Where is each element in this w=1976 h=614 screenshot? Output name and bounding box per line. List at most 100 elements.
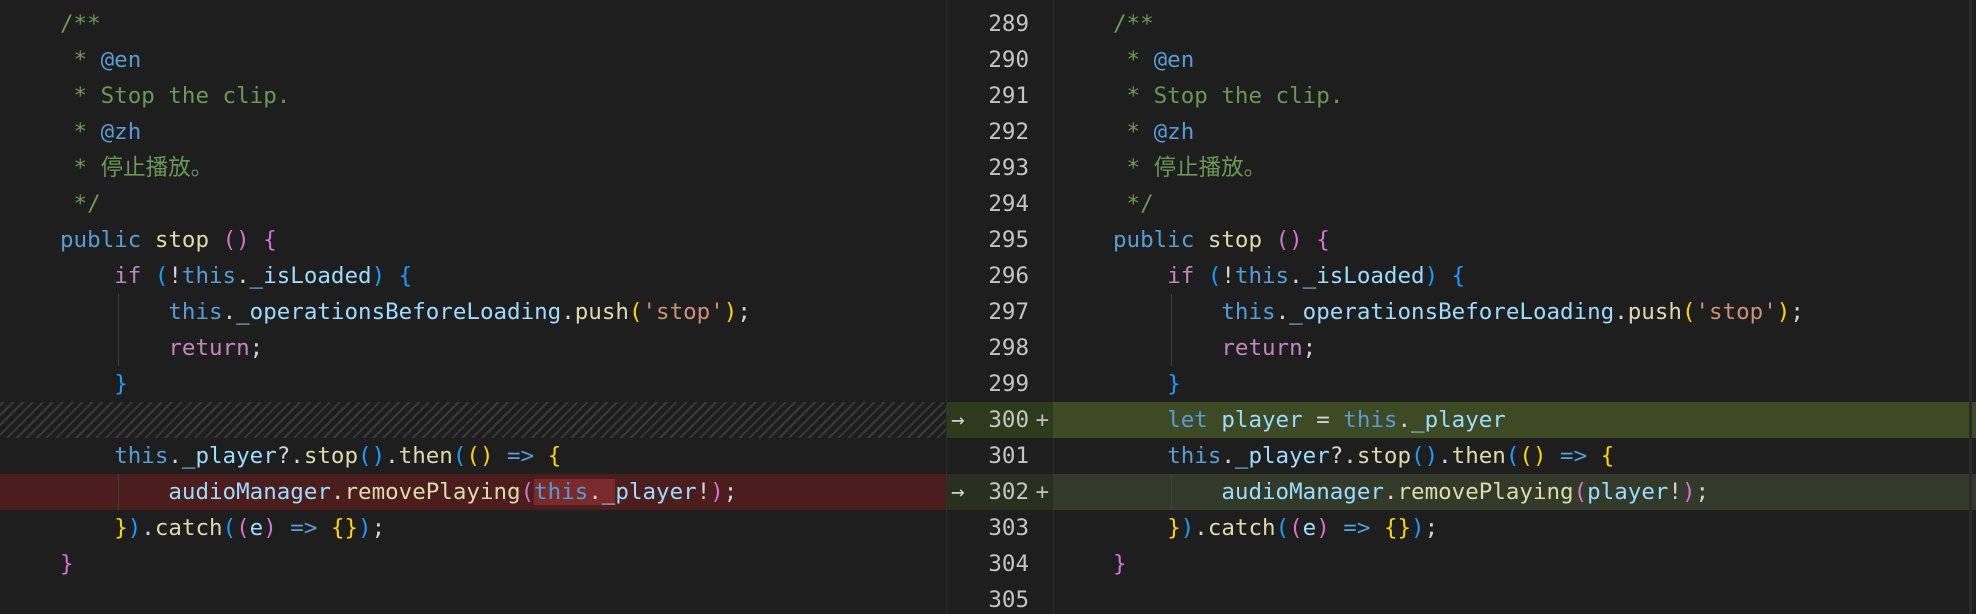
token: . xyxy=(222,299,237,325)
token: . xyxy=(168,443,182,469)
code-line[interactable]: * @zh xyxy=(0,114,946,150)
token: ) xyxy=(1776,299,1791,325)
token: ) xyxy=(710,479,724,505)
token: } xyxy=(1167,515,1181,541)
code-line[interactable]: 296 if (!this._isLoaded) { xyxy=(947,258,1976,294)
token: . xyxy=(1194,515,1208,541)
token: . xyxy=(1438,443,1452,469)
code-line[interactable]: 304 } xyxy=(947,546,1976,582)
line-number: 294 xyxy=(988,191,1029,217)
token: stop xyxy=(303,443,359,469)
line-number: 302 xyxy=(988,479,1029,505)
token: public xyxy=(1113,227,1195,253)
token: return xyxy=(1221,335,1303,361)
line-number: 292 xyxy=(988,119,1029,145)
token: . xyxy=(385,443,399,469)
token: audioManager xyxy=(168,479,331,505)
token: _operationsBeforeLoading xyxy=(1289,299,1615,325)
code-line[interactable]: 293 * 停止播放。 xyxy=(947,150,1976,186)
token: ; xyxy=(1302,335,1317,361)
line-number: 305 xyxy=(988,587,1029,613)
token: then xyxy=(1451,443,1506,469)
token: {} xyxy=(1383,515,1412,541)
token: . xyxy=(1221,443,1235,469)
token: . xyxy=(1275,299,1290,325)
code-line[interactable]: } xyxy=(0,546,946,582)
code-line[interactable]: }).catch((e) => {}); xyxy=(0,510,946,546)
token: this xyxy=(168,299,223,325)
code-line[interactable]: } xyxy=(0,366,946,402)
token: stop xyxy=(154,227,210,253)
token: this xyxy=(1221,299,1276,325)
code-line[interactable]: 291 * Stop the clip. xyxy=(947,78,1976,114)
code-line[interactable]: 289 /** xyxy=(947,6,1976,42)
code-line[interactable]: /** xyxy=(0,6,946,42)
token: ( xyxy=(222,515,237,541)
token: } xyxy=(60,551,74,577)
code-line[interactable]: * @en xyxy=(0,42,946,78)
token: @zh xyxy=(1153,119,1195,145)
token: * xyxy=(60,119,101,145)
code-line[interactable]: 298 return; xyxy=(947,330,1976,366)
token: ! xyxy=(1668,479,1682,505)
code-line[interactable]: * 停止播放。 xyxy=(0,150,946,186)
token: */ xyxy=(1113,191,1154,217)
arrow-right-icon[interactable]: → xyxy=(951,402,965,438)
code-line[interactable]: 299 } xyxy=(947,366,1976,402)
code-line[interactable]: 294 */ xyxy=(947,186,1976,222)
code-line[interactable]: 301 this._player?.stop().then(() => { xyxy=(947,438,1976,474)
code-line[interactable]: return; xyxy=(0,330,946,366)
token: () xyxy=(222,227,250,253)
token: { xyxy=(547,443,562,469)
removed-code-line[interactable]: audioManager.removePlaying(this._player!… xyxy=(0,474,946,510)
token: { xyxy=(398,263,413,289)
token: ) xyxy=(1424,263,1439,289)
line-number: 298 xyxy=(988,335,1029,361)
code-line[interactable]: public stop () { xyxy=(0,222,946,258)
added-code-line[interactable]: → 302 + audioManager.removePlaying(playe… xyxy=(947,474,1976,510)
diff-pane-modified[interactable]: 289 /** 290 * @en 291 * Stop the clip. 2… xyxy=(947,0,1976,614)
token: { xyxy=(1451,263,1466,289)
token: . xyxy=(1383,479,1398,505)
code-line[interactable]: 297 this._operationsBeforeLoading.push('… xyxy=(947,294,1976,330)
added-code-line[interactable]: → 300 + let player = this._player xyxy=(947,402,1976,438)
code-line[interactable]: 305 xyxy=(947,582,1976,614)
code-line[interactable]: * Stop the clip. xyxy=(0,78,946,114)
token: e xyxy=(249,515,264,541)
token: * 停止播放。 xyxy=(1113,155,1267,181)
token: ( xyxy=(1681,299,1696,325)
token: ) xyxy=(371,263,386,289)
token: ) xyxy=(263,515,277,541)
token: player xyxy=(1587,479,1669,505)
token: * Stop the clip. xyxy=(1113,83,1344,109)
code-line[interactable]: 303 }).catch((e) => {}); xyxy=(947,510,1976,546)
code-line[interactable]: if (!this._isLoaded) { xyxy=(0,258,946,294)
code-line[interactable]: */ xyxy=(0,186,946,222)
token: . xyxy=(1614,299,1628,325)
token: () xyxy=(1411,443,1439,469)
code-line[interactable]: this._operationsBeforeLoading.push('stop… xyxy=(0,294,946,330)
line-number: 301 xyxy=(988,443,1029,469)
code-line[interactable]: this._player?.stop().then(() => { xyxy=(0,438,946,474)
token: if xyxy=(114,263,142,289)
line-number: 293 xyxy=(988,155,1029,181)
arrow-right-icon[interactable]: → xyxy=(951,474,965,510)
code-line[interactable]: 295 public stop () { xyxy=(947,222,1976,258)
token: _isLoaded xyxy=(249,263,372,289)
diff-pane-original[interactable]: /** * @en * Stop the clip. * @zh * 停止播放。… xyxy=(0,0,946,614)
token: . xyxy=(1289,263,1303,289)
code-line[interactable]: 290 * @en xyxy=(947,42,1976,78)
code-line[interactable]: 292 * @zh xyxy=(947,114,1976,150)
token: ( xyxy=(1505,443,1520,469)
token: => xyxy=(1560,443,1588,469)
token: ( xyxy=(154,263,169,289)
line-number: 291 xyxy=(988,83,1029,109)
